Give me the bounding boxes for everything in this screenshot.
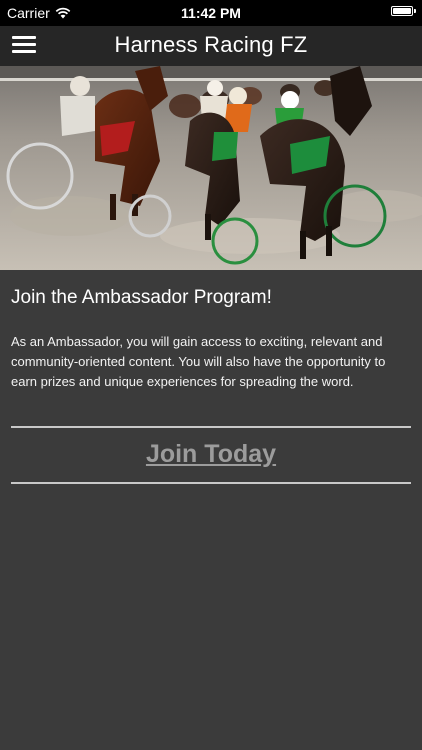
battery-indicator <box>391 6 416 16</box>
status-bar: Carrier 11:42 PM <box>0 0 422 26</box>
hero-image <box>0 66 422 270</box>
battery-tip <box>414 9 416 13</box>
harness-racing-photo <box>0 66 422 270</box>
battery-icon <box>391 6 413 16</box>
navigation-bar: Harness Racing FZ <box>0 26 422 66</box>
app-title: Harness Racing FZ <box>114 32 308 57</box>
program-description: As an Ambassador, you will gain access t… <box>11 334 386 389</box>
app-screen: Carrier 11:42 PM Harness Racing FZ Join … <box>0 0 422 750</box>
status-time: 11:42 PM <box>181 5 241 21</box>
battery-fill <box>393 8 411 14</box>
join-today-button[interactable]: Join Today <box>0 440 422 469</box>
divider-bottom <box>11 482 411 484</box>
page-headline: Join the Ambassador Program! <box>11 287 272 308</box>
divider-top <box>11 426 411 428</box>
